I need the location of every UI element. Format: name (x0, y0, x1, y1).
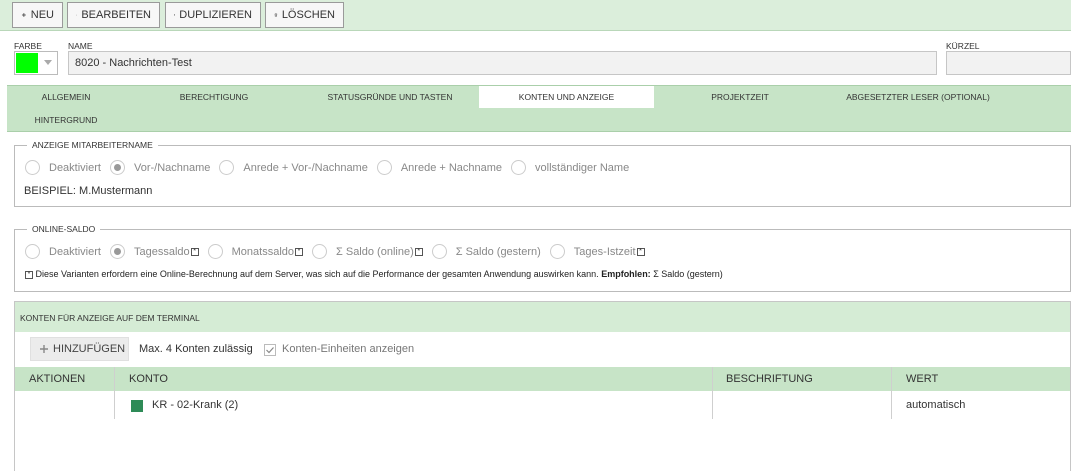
plus-icon (21, 13, 26, 17)
online-saldo-radio-group: Deaktiviert Tagessaldo * Monatssaldo * Σ S… (25, 244, 654, 259)
radio-label: vollständiger Name (535, 161, 630, 174)
duplicate-button-label: DUPLIZIEREN (179, 9, 252, 21)
units-checkbox[interactable] (264, 344, 276, 356)
delete-button[interactable]: LÖSCHEN (265, 2, 344, 28)
pencil-icon (76, 14, 78, 16)
tab-hintergrund[interactable]: HINTERGRUND (7, 109, 125, 131)
radio-saldo-gestern[interactable] (431, 244, 447, 259)
short-field[interactable] (946, 51, 1071, 75)
accounts-table-header: AKTIONEN KONTO BESCHRIFTUNG WERT (15, 367, 1070, 391)
column-header-konto[interactable]: KONTO (121, 367, 176, 391)
accounts-panel-title: KONTEN FÜR ANZEIGE AUF DEM TERMINAL (15, 302, 1070, 332)
radio-label: Anrede + Vor-/Nachname (243, 161, 368, 174)
radio-anrede-vor-nachname[interactable] (219, 160, 235, 175)
online-saldo-legend: ONLINE-SALDO (32, 224, 96, 234)
radio-label: Tages-Istzeit * (574, 246, 645, 258)
radio-vollstaendiger-name[interactable] (511, 160, 527, 175)
color-label: FARBE (14, 41, 42, 51)
delete-button-label: LÖSCHEN (281, 9, 335, 21)
radio-label: Vor-/Nachname (133, 161, 211, 174)
duplicate-button[interactable]: DUPLIZIEREN (165, 2, 261, 28)
radio-tagessaldo[interactable] (109, 244, 125, 259)
example-text: BEISPIEL: M.Mustermann (24, 185, 153, 197)
name-field[interactable]: 8020 - Nachrichten-Test (68, 51, 937, 75)
column-header-wert[interactable]: WERT (898, 367, 946, 391)
account-color-swatch (131, 400, 143, 412)
employee-name-legend: ANZEIGE MITARBEITERNAME (32, 140, 153, 150)
color-picker[interactable] (14, 51, 58, 75)
toolbar: NEU BEARBEITEN DUPLIZIEREN LÖSCHEN (0, 0, 1071, 31)
new-button-label: NEU (30, 9, 54, 21)
radio-label: Σ Saldo (gestern) (455, 245, 541, 258)
tab-abgesetzter-leser[interactable]: ABGESETZTER LESER (OPTIONAL) (825, 86, 1011, 108)
radio-deaktiviert[interactable] (25, 160, 40, 175)
asterisk-icon: * (636, 247, 645, 256)
units-checkbox-label: Konten-Einheiten anzeigen (282, 343, 415, 355)
radio-label: Deaktiviert (49, 245, 101, 258)
plus-icon (40, 345, 48, 353)
radio-saldo-deaktiviert[interactable] (25, 244, 40, 259)
new-button[interactable]: NEU (12, 2, 63, 28)
radio-label: Anrede + Nachname (400, 161, 503, 174)
radio-saldo-online[interactable] (312, 244, 327, 259)
column-header-beschriftung[interactable]: BESCHRIFTUNG (718, 367, 821, 391)
asterisk-icon: * (190, 247, 199, 256)
account-cell: KR - 02-Krank (2) (152, 399, 239, 411)
edit-button[interactable]: BEARBEITEN (67, 2, 160, 28)
column-divider (114, 367, 115, 419)
tab-konten-und-anzeige[interactable]: KONTEN UND ANZEIGE (479, 86, 654, 108)
radio-monatssaldo[interactable] (207, 244, 223, 259)
copy-icon (174, 14, 176, 16)
trash-icon (274, 13, 278, 17)
radio-label: Σ Saldo (online) * (336, 246, 423, 258)
tab-statusgruende[interactable]: STATUSGRÜNDE UND TASTEN (305, 86, 475, 108)
radio-label: Deaktiviert (49, 161, 101, 174)
value-cell[interactable]: automatisch (906, 399, 965, 411)
radio-label: Tagessaldo * (134, 246, 199, 258)
tab-berechtigung[interactable]: BERECHTIGUNG (129, 86, 299, 108)
accounts-panel: KONTEN FÜR ANZEIGE AUF DEM TERMINAL HINZ… (14, 301, 1071, 471)
edit-button-label: BEARBEITEN (81, 9, 151, 21)
chevron-down-icon (44, 60, 52, 65)
radio-tages-istzeit[interactable] (549, 244, 565, 259)
note-text: Diese Varianten erfordern eine Online-Be… (35, 269, 599, 279)
radio-anrede-nachname[interactable] (376, 160, 392, 175)
column-divider (891, 367, 892, 419)
column-divider (712, 367, 713, 419)
add-account-button[interactable]: HINZUFÜGEN (30, 337, 129, 361)
tab-allgemein[interactable]: ALLGEMEIN (7, 86, 125, 108)
performance-note: * Diese Varianten erfordern eine Online-… (24, 269, 723, 279)
employee-name-radio-group: Deaktiviert Vor-/Nachname Anrede + Vor-/… (25, 160, 638, 175)
max-accounts-hint: Max. 4 Konten zulässig (139, 343, 253, 355)
short-label: KÜRZEL (946, 41, 980, 51)
tab-projektzeit[interactable]: PROJEKTZEIT (659, 86, 821, 108)
asterisk-icon: * (414, 247, 423, 256)
tab-bar: ALLGEMEIN BERECHTIGUNG STATUSGRÜNDE UND … (7, 85, 1071, 132)
radio-vor-nachname[interactable] (109, 160, 125, 175)
name-label: NAME (68, 41, 93, 51)
add-account-label: HINZUFÜGEN (53, 343, 126, 355)
note-recommended-label: Empfohlen: (601, 269, 651, 279)
asterisk-icon: * (295, 247, 303, 256)
note-recommended-value: Σ Saldo (gestern) (653, 269, 723, 279)
checkmark-icon (266, 347, 274, 354)
radio-label: Monatssaldo * (232, 246, 303, 258)
column-header-aktionen[interactable]: AKTIONEN (21, 367, 93, 391)
asterisk-icon: * (25, 270, 33, 279)
color-swatch (16, 53, 38, 73)
